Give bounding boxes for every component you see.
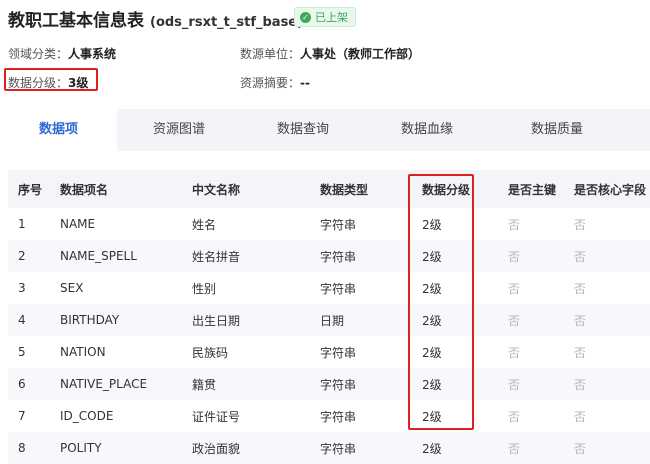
row-primary-key: 否 (508, 281, 521, 296)
data-items-table: 序号 数据项名 中文名称 数据类型 数据分级 是否主键 是否核心字段 1 NAME… (8, 170, 650, 464)
row-index: 5 (18, 345, 26, 359)
tab-resource-graph[interactable]: 资源图谱 (117, 109, 241, 151)
row-chinese-name: 姓名 (192, 217, 217, 232)
header-data-type: 数据类型 (320, 182, 369, 197)
header-chinese-name: 中文名称 (192, 182, 241, 197)
header-field-name: 数据项名 (60, 182, 109, 197)
table-row[interactable]: 3 SEX 性别 字符串 2级否否 (8, 272, 650, 304)
status-badge-label: 已上架 (315, 11, 348, 24)
row-primary-key: 否 (508, 217, 521, 232)
row-field-name: POLITY (60, 441, 102, 455)
table-row[interactable]: 8 POLITY 政治面貌 字符串 2级 否 否 (8, 432, 650, 464)
row-index: 8 (18, 441, 26, 455)
row-primary-key: 否 (508, 377, 521, 392)
row-primary-key: 否 (508, 409, 521, 424)
row-primary-key: 否 (508, 441, 521, 456)
row-field-name: ID_CODE (60, 409, 114, 423)
row-data-type: 日期 (320, 313, 345, 328)
tab-bar: 数据项 资源图谱 数据查询 数据血缘 数据质量 (0, 109, 650, 151)
source-unit-field: 数源单位：人事处（教师工作部） (240, 45, 420, 62)
source-unit-label: 数源单位： (240, 47, 301, 61)
row-data-level: 2级 (422, 441, 442, 456)
row-data-type: 字符串 (320, 249, 357, 264)
row-chinese-name: 姓名拼音 (192, 249, 241, 264)
table-row[interactable]: 1 NAME 姓名 字符串 2级否否 (8, 208, 650, 240)
row-data-type: 字符串 (320, 281, 357, 296)
row-data-type: 字符串 (320, 441, 357, 456)
row-data-type: 字符串 (320, 409, 357, 424)
row-core-field: 否 (574, 345, 587, 360)
row-index: 1 (18, 217, 26, 231)
row-data-type: 字符串 (320, 377, 357, 392)
row-chinese-name: 政治面貌 (192, 441, 241, 456)
row-index: 3 (18, 281, 26, 295)
row-chinese-name: 民族码 (192, 345, 229, 360)
row-primary-key: 否 (508, 345, 521, 360)
row-core-field: 否 (574, 441, 587, 456)
table-title: 教职工基本信息表 (8, 11, 144, 31)
header-primary-key: 是否主键 (508, 182, 557, 197)
domain-field: 领域分类：人事系统 (8, 45, 116, 62)
table-row[interactable]: 7 ID_CODE 证件证号 字符串 2级否否 (8, 400, 650, 432)
row-core-field: 否 (574, 249, 587, 264)
source-unit-value: 人事处（教师工作部） (300, 47, 421, 61)
header-index: 序号 (18, 182, 43, 197)
row-data-type: 字符串 (320, 217, 357, 232)
row-chinese-name: 籍贯 (192, 377, 217, 392)
table-header-row: 序号 数据项名 中文名称 数据类型 数据分级 是否主键 是否核心字段 (8, 170, 650, 208)
row-core-field: 否 (574, 409, 587, 424)
row-chinese-name: 性别 (192, 281, 217, 296)
tab-data-query[interactable]: 数据查询 (241, 109, 365, 151)
table-code: (ods_rsxt_t_stf_base) (150, 15, 304, 30)
row-chinese-name: 出生日期 (192, 313, 241, 328)
header-core-field: 是否核心字段 (574, 182, 647, 197)
row-field-name: NATIVE_PLACE (60, 377, 148, 391)
summary-label: 资源摘要： (240, 76, 301, 90)
domain-value: 人事系统 (68, 47, 117, 61)
row-index: 2 (18, 249, 26, 263)
summary-value: -- (300, 76, 310, 90)
table-row[interactable]: 5 NATION 民族码 字符串 2级否否 (8, 336, 650, 368)
row-field-name: BIRTHDAY (60, 313, 120, 327)
data-level-highlight-box (408, 174, 474, 430)
row-primary-key: 否 (508, 313, 521, 328)
table-row[interactable]: 6 NATIVE_PLACE 籍贯 字符串 2级否否 (8, 368, 650, 400)
row-field-name: NAME (60, 217, 96, 231)
row-core-field: 否 (574, 313, 587, 328)
row-field-name: NAME_SPELL (60, 249, 137, 263)
row-index: 6 (18, 377, 26, 391)
row-core-field: 否 (574, 281, 587, 296)
table-row[interactable]: 2 NAME_SPELL 姓名拼音 字符串 2级否否 (8, 240, 650, 272)
tab-data-lineage[interactable]: 数据血缘 (365, 109, 489, 151)
row-field-name: NATION (60, 345, 106, 359)
row-data-type: 字符串 (320, 345, 357, 360)
row-index: 7 (18, 409, 26, 423)
tab-data-items[interactable]: 数据项 (0, 109, 117, 151)
row-chinese-name: 证件证号 (192, 409, 241, 424)
row-field-name: SEX (60, 281, 84, 295)
status-badge: ✓ 已上架 (294, 7, 356, 27)
tab-data-quality[interactable]: 数据质量 (489, 109, 625, 151)
row-core-field: 否 (574, 377, 587, 392)
check-icon: ✓ (300, 11, 311, 23)
row-core-field: 否 (574, 217, 587, 232)
domain-label: 领域分类： (8, 47, 69, 61)
row-index: 4 (18, 313, 26, 327)
level-highlight-box (4, 68, 98, 91)
summary-field: 资源摘要：-- (240, 74, 310, 91)
row-primary-key: 否 (508, 249, 521, 264)
table-row[interactable]: 4 BIRTHDAY 出生日期 日期 2级否否 (8, 304, 650, 336)
page-title: 教职工基本信息表 (ods_rsxt_t_stf_base) (8, 6, 303, 31)
